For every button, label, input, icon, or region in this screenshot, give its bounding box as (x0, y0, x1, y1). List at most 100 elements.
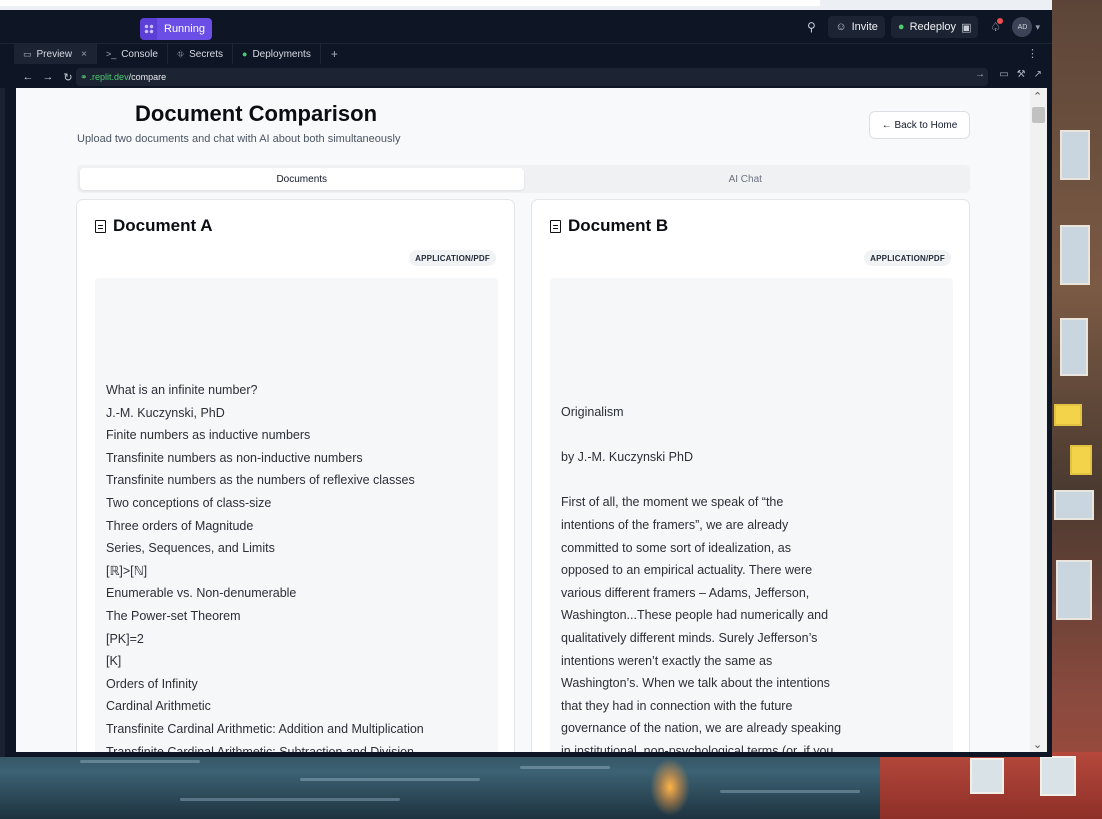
document-line: Transfinite Cardinal Arithmetic: Additio… (106, 721, 424, 736)
document-line: Three orders of Magnitude (106, 518, 254, 533)
document-line: by J.-M. Kuczynski PhD (561, 450, 693, 465)
workspace-header: Running ⚲ ☺ Invite ● Redeploy ▣ ♤ AD ▾ (0, 10, 1052, 44)
external-link-icon[interactable]: ↗ (1034, 69, 1042, 80)
close-icon[interactable]: × (81, 49, 87, 60)
window-icon[interactable]: ▣ (961, 21, 971, 34)
document-b-card: Document B APPLICATION/PDF Originalism by… (531, 199, 970, 752)
document-a-text: What is an infinite number? J.-M. Kuczyns… (106, 379, 424, 752)
document-line: The Power-set Theorem (106, 608, 241, 623)
document-line: governance of the nation, we are already… (561, 721, 842, 736)
document-line: in institutional, non-psychological term… (561, 743, 834, 752)
pane-tab-bar: ▭ Preview × >_ Console ⛗ Secrets ● Deplo… (0, 44, 1052, 64)
deploy-icon: ● (897, 21, 905, 33)
house-background (880, 752, 1102, 819)
notifications-button[interactable]: ♤ (984, 16, 1006, 38)
go-arrow-icon[interactable]: → (975, 69, 985, 80)
tab-label: Console (121, 48, 158, 60)
mime-badge: APPLICATION/PDF (864, 250, 951, 266)
monitor-icon: ▭ (23, 48, 32, 59)
document-line: [K] (106, 654, 122, 669)
deploy-icon: ● (242, 49, 248, 59)
page-title: Document Comparison (135, 101, 378, 126)
document-line: Orders of Infinity (106, 676, 198, 691)
page-scrollbar[interactable]: ⌃ ⌄ (1030, 88, 1047, 752)
tab-preview[interactable]: ▭ Preview × (14, 44, 97, 64)
run-status-button[interactable]: Running (140, 18, 212, 40)
document-a-content[interactable]: What is an infinite number? J.-M. Kuczyns… (95, 278, 498, 752)
more-options-icon[interactable]: ⋮ (1027, 47, 1038, 60)
document-a-title: Document A (113, 216, 213, 235)
tab-secrets[interactable]: ⛗ Secrets (168, 44, 234, 64)
run-status-label: Running (157, 18, 212, 40)
document-line: First of all, the moment we speak of “th… (561, 495, 784, 510)
os-title-bar (0, 0, 1052, 10)
document-line: that they had in connection with the fut… (561, 698, 793, 713)
document-line: [ℝ]>[ℕ] (106, 563, 148, 578)
document-line: Washington...These people had numericall… (561, 608, 829, 623)
chevron-down-icon[interactable]: ▾ (1035, 22, 1040, 33)
document-b-text: Originalism by J.-M. Kuczynski PhD First o… (561, 401, 841, 752)
tab-documents[interactable]: Documents (80, 168, 524, 190)
devtools-icon[interactable]: ⚒ (1017, 69, 1026, 80)
document-line: Washington’s. When we talk about the int… (561, 676, 830, 691)
tab-console[interactable]: >_ Console (97, 44, 168, 64)
replit-logo-icon (140, 18, 157, 40)
document-line: opposed to an empirical actuality. There… (561, 563, 813, 578)
reload-icon[interactable]: ↻ (58, 71, 78, 84)
invite-button[interactable]: ☺ Invite (828, 16, 885, 38)
scroll-up-icon[interactable]: ⌃ (1033, 90, 1042, 103)
document-line: various different framers – Adams, Jeffe… (561, 585, 810, 600)
street-lamp-glow (650, 758, 690, 816)
document-line: Transfinite numbers as non-inductive num… (106, 450, 363, 465)
lock-icon: ⛗ (176, 48, 185, 59)
device-icon[interactable]: ▭ (999, 69, 1008, 80)
url-path: /compare (128, 72, 167, 82)
document-line: intentions weren’t exactly the same as (561, 653, 773, 668)
document-line: Cardinal Arithmetic (106, 699, 211, 714)
tab-label: Deployments (252, 48, 311, 60)
document-line: committed to some sort of idealization, … (561, 540, 791, 555)
tab-label: Preview (36, 48, 73, 60)
notification-dot (997, 18, 1004, 24)
add-tab-button[interactable]: + (321, 47, 348, 61)
url-host: .replit.dev (89, 72, 129, 82)
scroll-thumb[interactable] (1032, 107, 1045, 123)
redeploy-button[interactable]: ● Redeploy ▣ (890, 16, 979, 38)
document-line: J.-M. Kuczynski, PhD (106, 405, 225, 420)
tab-deployments[interactable]: ● Deployments (233, 44, 321, 64)
document-b-title: Document B (568, 216, 669, 235)
scroll-down-icon[interactable]: ⌄ (1033, 738, 1042, 751)
left-panel-edge (0, 88, 16, 757)
search-icon[interactable]: ⚲ (800, 16, 822, 38)
document-line: intentions of the framers”, we are alrea… (561, 517, 789, 532)
mime-badge: APPLICATION/PDF (409, 250, 496, 266)
view-tabs: Documents AI Chat (77, 165, 970, 193)
document-line: Series, Sequences, and Limits (106, 541, 275, 556)
document-line: [PK]=2 (106, 631, 144, 646)
tab-label: Secrets (189, 48, 224, 60)
terminal-icon: >_ (105, 49, 117, 59)
forward-arrow-icon[interactable]: → (38, 71, 58, 83)
back-to-home-button[interactable]: ← Back to Home (869, 111, 970, 139)
document-line: Finite numbers as inductive numbers (106, 428, 311, 443)
avatar[interactable]: AD (1012, 17, 1033, 37)
invite-label: Invite (851, 21, 878, 33)
preview-url-bar: ← → ↻ ⚭ .replit.dev /compare → ▭ ⚒ ↗ (0, 66, 1052, 88)
tab-ai-chat[interactable]: AI Chat (524, 168, 968, 190)
link-icon: ⚭ (80, 71, 88, 82)
document-line: Enumerable vs. Non-denumerable (106, 586, 297, 601)
url-input[interactable]: ⚭ .replit.dev /compare (76, 68, 988, 86)
document-line: qualitatively different minds. Surely Je… (561, 630, 818, 645)
building-background (1046, 0, 1102, 819)
redeploy-label: Redeploy (909, 21, 957, 33)
page-subtitle: Upload two documents and chat with AI ab… (77, 133, 401, 145)
back-arrow-icon[interactable]: ← (18, 71, 38, 83)
document-line: Transfinite Cardinal Arithmetic: Subtrac… (106, 744, 415, 753)
document-b-content[interactable]: Originalism by J.-M. Kuczynski PhD First o… (550, 278, 953, 752)
file-icon (550, 219, 561, 233)
add-user-icon: ☺ (835, 21, 847, 33)
document-line: Transfinite numbers as the numbers of re… (106, 473, 415, 488)
preview-page: Document Comparison Upload two documents… (16, 88, 1030, 752)
